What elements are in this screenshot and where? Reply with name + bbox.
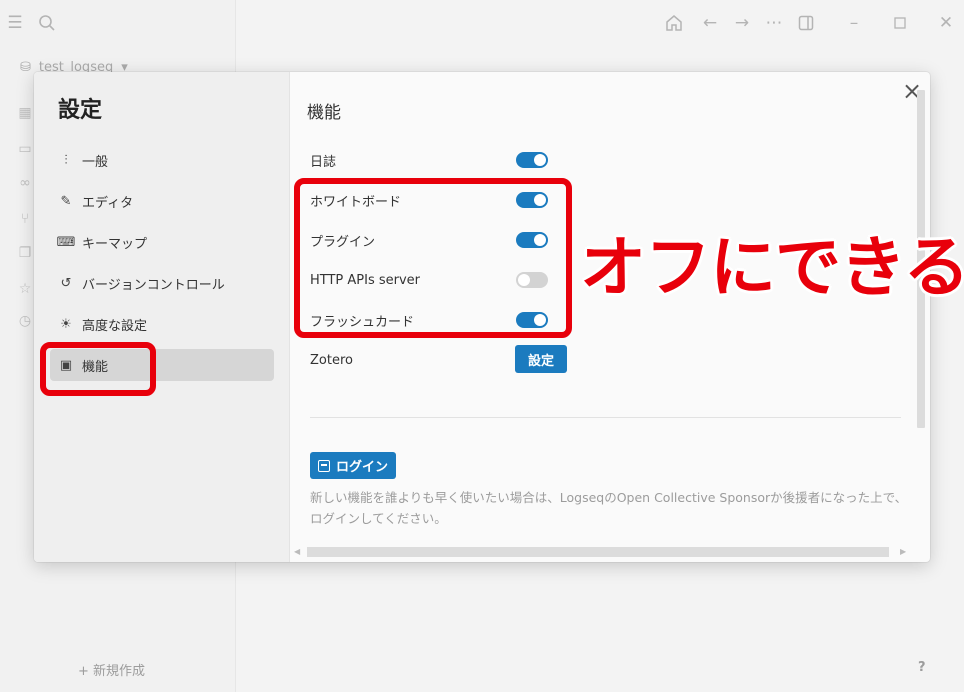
nav-label: エディタ [82, 195, 134, 211]
setting-row-journals: 日誌 [310, 148, 570, 172]
flashcards-icon[interactable]: ▭ [16, 140, 34, 158]
settings-title: 設定 [58, 98, 103, 123]
menu-icon[interactable]: ☰ [4, 12, 26, 34]
login-label: ログイン [335, 460, 388, 475]
nav-label: キーマップ [82, 236, 148, 252]
zotero-settings-button[interactable]: 設定 [515, 345, 567, 373]
pages-icon[interactable]: ❐ [16, 244, 34, 262]
more-icon[interactable]: ⋯ [763, 12, 785, 34]
editor-icon: ✎ [60, 193, 72, 209]
setting-label: 日誌 [310, 154, 337, 170]
horizontal-scrollbar[interactable]: ◀ ▶ [292, 544, 910, 558]
settings-nav-editor[interactable]: ✎ エディタ [50, 185, 274, 217]
settings-nav-general[interactable]: ⫶ 一般 [50, 144, 274, 176]
settings-nav-keymap[interactable]: ⌨ キーマップ [50, 226, 274, 258]
divider [310, 417, 901, 418]
graph-view-icon[interactable]: ⑂ [16, 210, 34, 228]
calendar-icon[interactable]: ▦ [16, 104, 34, 122]
scroll-left-icon[interactable]: ◀ [294, 547, 300, 556]
section-title: 機能 [307, 103, 341, 123]
scroll-thumb[interactable] [307, 547, 889, 557]
login-button[interactable]: ログイン [310, 452, 396, 479]
highlight-features-nav [40, 342, 156, 396]
close-icon[interactable]: ✕ [935, 12, 957, 34]
keyboard-icon: ⌨ [56, 234, 76, 250]
maximize-icon[interactable] [889, 12, 911, 34]
highlight-toggles [294, 178, 572, 338]
nav-label: バージョンコントロール [82, 277, 225, 293]
nav-label: 一般 [82, 154, 109, 170]
database-icon: ⛁ [20, 60, 31, 75]
topbar: ☰ ← → ⋯ – ✕ [0, 0, 964, 46]
new-page-button[interactable]: + 新規作成 [78, 660, 145, 679]
nav-label: 高度な設定 [82, 318, 148, 334]
sidebar-toggle-icon[interactable] [795, 12, 817, 34]
search-icon[interactable] [36, 12, 58, 34]
vertical-scrollbar[interactable] [916, 90, 926, 560]
setting-label: Zotero [310, 352, 353, 368]
annotation-text: オフにできる [580, 229, 964, 306]
minimize-icon[interactable]: – [843, 12, 865, 34]
sliders-icon: ⫶ [64, 152, 68, 168]
settings-nav-version-control[interactable]: ↺ バージョンコントロール [50, 267, 274, 299]
settings-nav: 設定 ⫶ 一般 ✎ エディタ ⌨ キーマップ ↺ バージョンコントロール ☀ 高… [34, 72, 290, 562]
sponsor-text: 新しい機能を誰よりも早く使いたい場合は、LogseqのOpen Collecti… [310, 490, 908, 526]
help-button[interactable]: ? [918, 660, 926, 675]
home-icon[interactable] [663, 12, 685, 34]
infinity-icon[interactable]: ∞ [16, 174, 34, 192]
lightbulb-icon: ☀ [60, 316, 72, 332]
login-icon [317, 459, 330, 472]
history-icon: ↺ [60, 275, 72, 291]
scroll-right-icon[interactable]: ▶ [900, 547, 906, 556]
back-arrow-icon[interactable]: ← [699, 12, 721, 34]
settings-nav-advanced[interactable]: ☀ 高度な設定 [50, 308, 274, 340]
favorites-icon[interactable]: ☆ [16, 280, 34, 298]
forward-arrow-icon[interactable]: → [731, 12, 753, 34]
journals-toggle[interactable] [516, 152, 548, 168]
recent-icon[interactable]: ◷ [16, 312, 34, 330]
